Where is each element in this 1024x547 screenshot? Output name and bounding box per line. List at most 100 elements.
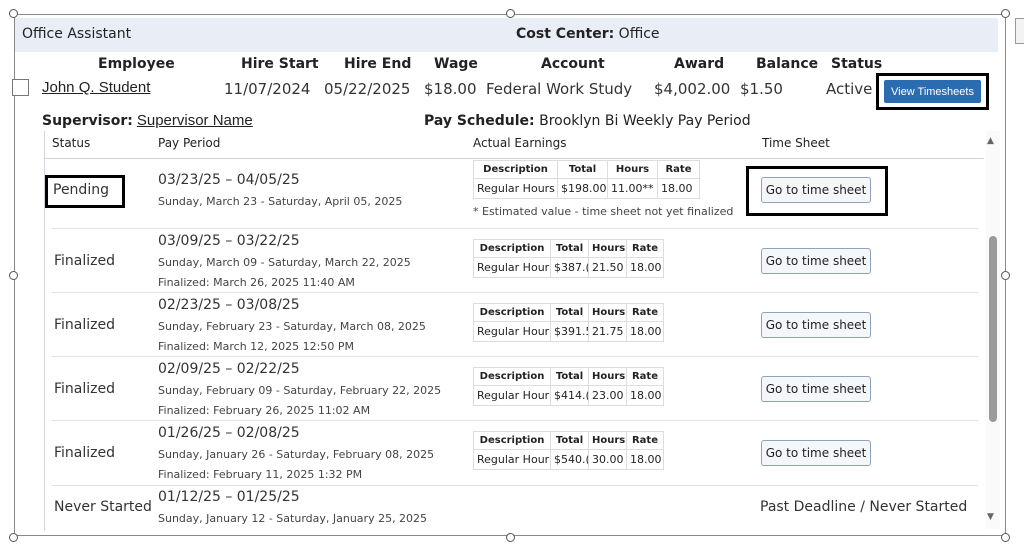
earnings-table: Description Total Hours Rate Regular Hours $… bbox=[473, 160, 700, 199]
earn-total: $387.( bbox=[550, 257, 589, 278]
grid-header-actual-earnings: Actual Earnings bbox=[473, 136, 567, 150]
row-divider bbox=[52, 228, 978, 229]
earn-description: Regular Hours bbox=[473, 178, 558, 199]
row-status: Finalized bbox=[54, 317, 116, 333]
earn-description: Regular Hour bbox=[473, 449, 551, 470]
earn-total: $391.5 bbox=[550, 321, 589, 342]
row-status: Finalized bbox=[54, 381, 116, 397]
pay-schedule-label: Pay Schedule: bbox=[424, 113, 535, 129]
view-timesheets-highlight: View Timesheets bbox=[876, 73, 989, 110]
earn-total: $414.( bbox=[550, 385, 589, 406]
scrollbar-thumb[interactable] bbox=[989, 236, 997, 422]
supervisor: Supervisor: Supervisor Name bbox=[42, 112, 253, 129]
row-status: Pending bbox=[53, 182, 109, 198]
go-to-timesheet-button[interactable]: Go to time sheet bbox=[761, 248, 871, 274]
grid-header-divider bbox=[44, 158, 984, 159]
earn-header-description: Description bbox=[473, 239, 551, 258]
grid-header-status: Status bbox=[52, 136, 91, 150]
earn-header-description: Description bbox=[473, 367, 551, 386]
earn-header-description: Description bbox=[473, 303, 551, 322]
row-finalized-date: Finalized: March 26, 2025 11:40 AM bbox=[158, 276, 355, 289]
earn-header-hours: Hours bbox=[588, 431, 627, 450]
go-to-timesheet-button[interactable]: Go to time sheet bbox=[761, 177, 871, 203]
earn-description: Regular Hour bbox=[473, 257, 551, 278]
employee-select-checkbox[interactable] bbox=[12, 79, 29, 96]
row-pay-period: 01/12/25 – 01/25/25 bbox=[158, 489, 300, 505]
cost-center-value: Office bbox=[618, 26, 660, 42]
earn-header-hours: Hours bbox=[588, 303, 627, 322]
earn-hours: 11.00** bbox=[607, 178, 658, 199]
row-pay-dates: Sunday, February 23 - Saturday, March 08… bbox=[158, 320, 426, 333]
earn-header-total: Total bbox=[550, 303, 589, 322]
row-divider bbox=[52, 292, 978, 293]
row-pay-dates: Sunday, March 09 - Saturday, March 22, 2… bbox=[158, 256, 411, 269]
earn-rate: 18.00 bbox=[657, 178, 700, 199]
earn-header-total: Total bbox=[550, 239, 589, 258]
col-wage: Wage bbox=[434, 56, 478, 72]
earn-hours: 21.75 bbox=[588, 321, 627, 342]
row-status: Finalized bbox=[54, 445, 116, 461]
row-pay-period: 01/26/25 – 02/08/25 bbox=[158, 425, 300, 441]
col-hire-end: Hire End bbox=[344, 56, 412, 72]
earnings-table: Description Total Hours Rate Regular Hour $5… bbox=[473, 431, 664, 470]
row-pay-period: 03/09/25 – 03/22/25 bbox=[158, 233, 300, 249]
row-finalized-date: Finalized: February 11, 2025 1:32 PM bbox=[158, 468, 363, 481]
cost-center: Cost Center: Office bbox=[516, 26, 660, 42]
earn-rate: 18.00 bbox=[626, 321, 664, 342]
earnings-table: Description Total Hours Rate Regular Hour $4… bbox=[473, 367, 664, 406]
earn-header-hours: Hours bbox=[588, 239, 627, 258]
col-status: Status bbox=[831, 56, 883, 72]
resize-handle-bottom[interactable] bbox=[506, 533, 515, 542]
earn-header-description: Description bbox=[473, 431, 551, 450]
earn-hours: 23.00 bbox=[588, 385, 627, 406]
resize-handle-right[interactable] bbox=[1001, 271, 1010, 280]
earn-header-rate: Rate bbox=[626, 431, 664, 450]
layout-options-icon[interactable] bbox=[1015, 18, 1024, 44]
job-title: Office Assistant bbox=[22, 26, 132, 42]
resize-handle-left[interactable] bbox=[9, 271, 18, 280]
award-value: $4,002.00 bbox=[654, 80, 731, 98]
balance-value: $1.50 bbox=[740, 80, 783, 98]
grid-header-time-sheet: Time Sheet bbox=[762, 136, 830, 150]
resize-handle-bottom-left[interactable] bbox=[9, 533, 18, 542]
row-pay-dates: Sunday, January 26 - Saturday, February … bbox=[158, 448, 435, 461]
account-value: Federal Work Study bbox=[486, 80, 633, 98]
wage-value: $18.00 bbox=[424, 80, 477, 98]
view-timesheets-button[interactable]: View Timesheets bbox=[884, 80, 981, 103]
row-pay-dates: Sunday, January 12 - Saturday, January 2… bbox=[158, 512, 428, 525]
employee-name-link[interactable]: John Q. Student bbox=[42, 79, 150, 96]
earn-rate: 18.00 bbox=[626, 385, 664, 406]
go-to-timesheet-button[interactable]: Go to time sheet bbox=[761, 312, 871, 338]
row-divider bbox=[52, 420, 978, 421]
hire-end-value: 05/22/2025 bbox=[324, 80, 411, 98]
go-to-timesheet-button[interactable]: Go to time sheet bbox=[761, 376, 871, 402]
earnings-table: Description Total Hours Rate Regular Hour $3… bbox=[473, 239, 664, 278]
scroll-up-arrow-icon[interactable]: ▲ bbox=[987, 136, 994, 146]
col-hire-start: Hire Start bbox=[241, 56, 319, 72]
earn-header-rate: Rate bbox=[657, 160, 700, 179]
row-status: Never Started bbox=[54, 499, 152, 515]
earn-rate: 18.00 bbox=[626, 449, 664, 470]
scroll-down-arrow-icon[interactable]: ▼ bbox=[987, 512, 994, 522]
go-to-timesheet-button[interactable]: Go to time sheet bbox=[761, 440, 871, 466]
earn-header-description: Description bbox=[473, 160, 558, 179]
earn-header-hours: Hours bbox=[588, 367, 627, 386]
resize-handle-top-right[interactable] bbox=[1001, 9, 1010, 18]
pay-schedule: Pay Schedule: Brooklyn Bi Weekly Pay Per… bbox=[424, 113, 751, 129]
supervisor-label: Supervisor: bbox=[42, 113, 133, 129]
earn-header-total: Total bbox=[550, 367, 589, 386]
row-pay-period: 03/23/25 – 04/05/25 bbox=[158, 172, 300, 188]
row-pay-period: 02/09/25 – 02/22/25 bbox=[158, 361, 300, 377]
row-finalized-date: Finalized: February 26, 2025 11:02 AM bbox=[158, 404, 371, 417]
col-account: Account bbox=[541, 56, 605, 72]
resize-handle-top[interactable] bbox=[506, 9, 515, 18]
earn-total: $540.( bbox=[550, 449, 589, 470]
status-value: Active bbox=[826, 80, 873, 98]
estimated-value-note: * Estimated value - time sheet not yet f… bbox=[473, 205, 734, 218]
resize-handle-top-left[interactable] bbox=[9, 9, 18, 18]
supervisor-name-link[interactable]: Supervisor Name bbox=[137, 112, 253, 129]
resize-handle-bottom-right[interactable] bbox=[1001, 533, 1010, 542]
earn-hours: 21.50 bbox=[588, 257, 627, 278]
earn-description: Regular Hour bbox=[473, 321, 551, 342]
row-pay-dates: Sunday, February 09 - Saturday, February… bbox=[158, 384, 442, 397]
